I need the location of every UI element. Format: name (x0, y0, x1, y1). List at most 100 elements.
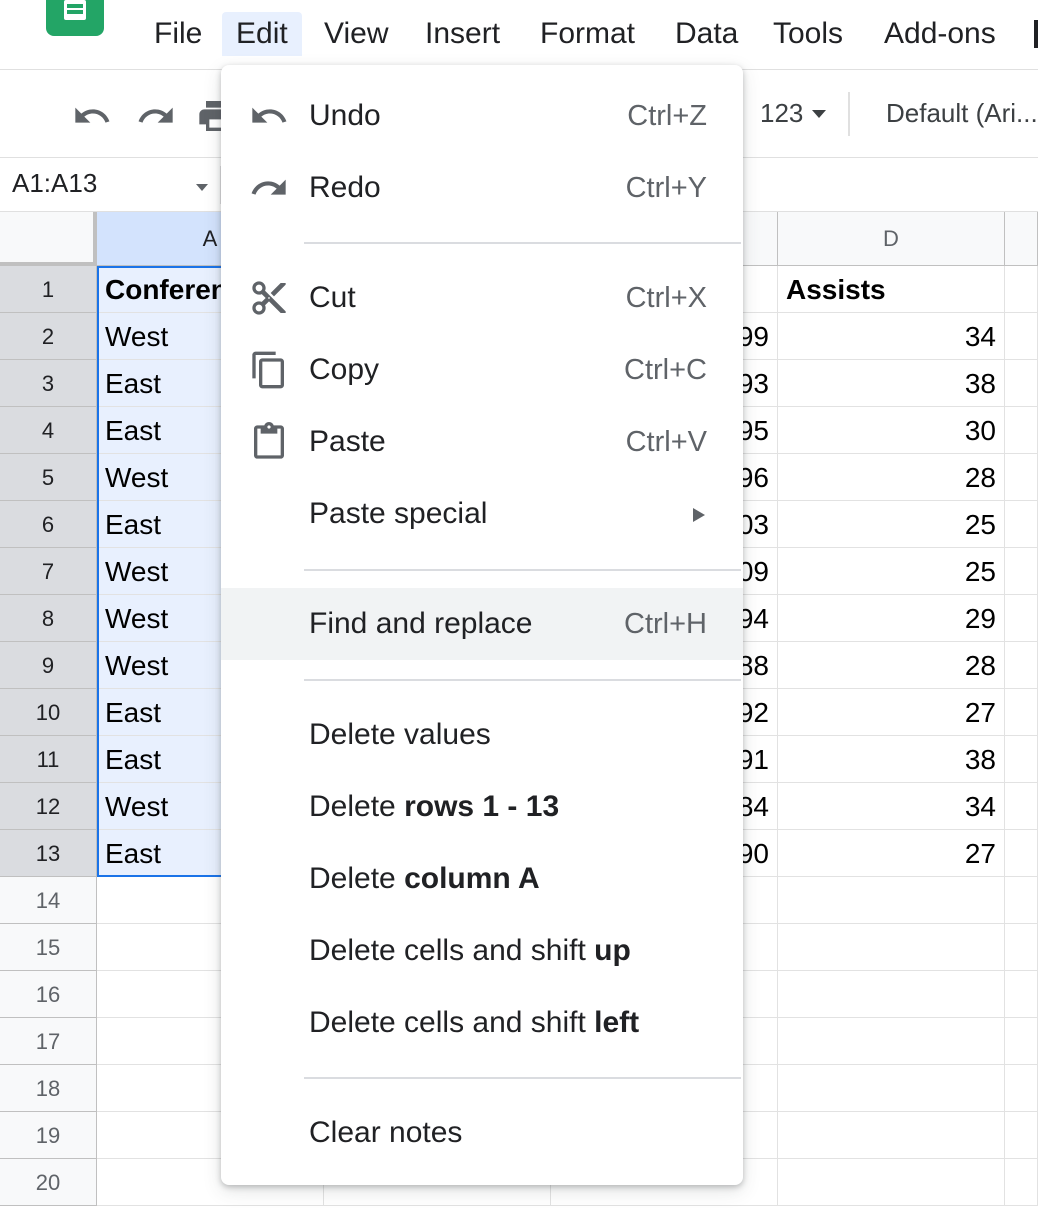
row-header[interactable]: 16 (0, 971, 97, 1018)
menu-item-delete-column[interactable]: Delete column A (221, 843, 743, 915)
table-cell[interactable] (1005, 783, 1038, 830)
menu-add-ons[interactable]: Add-ons (870, 12, 1010, 56)
toolbar-undo-icon[interactable] (72, 96, 112, 136)
table-cell[interactable] (1005, 1112, 1038, 1159)
table-cell[interactable] (1005, 1018, 1038, 1065)
sheets-logo-icon[interactable] (46, 0, 104, 36)
table-cell[interactable] (1005, 1065, 1038, 1112)
row-header[interactable]: 11 (0, 736, 97, 783)
table-cell[interactable]: 28 (778, 454, 1005, 501)
submenu-arrow-icon (693, 508, 705, 522)
row-header[interactable]: 12 (0, 783, 97, 830)
menu-item-cut[interactable]: Cut Ctrl+X (221, 262, 743, 334)
row-header[interactable]: 15 (0, 924, 97, 971)
menu-item-shortcut: Ctrl+C (624, 354, 707, 386)
row-header[interactable]: 18 (0, 1065, 97, 1112)
menu-file[interactable]: File (140, 12, 216, 56)
row-header[interactable]: 20 (0, 1159, 97, 1206)
column-header-d[interactable]: D (778, 212, 1005, 266)
menu-help-partial[interactable] (1034, 20, 1038, 48)
row-header[interactable]: 2 (0, 313, 97, 360)
menu-item-clear-notes[interactable]: Clear notes (221, 1097, 743, 1169)
row-header[interactable]: 6 (0, 501, 97, 548)
table-cell[interactable]: 34 (778, 783, 1005, 830)
table-cell[interactable]: 27 (778, 830, 1005, 877)
table-cell[interactable]: 38 (778, 360, 1005, 407)
table-cell[interactable]: 34 (778, 313, 1005, 360)
table-cell[interactable] (778, 1065, 1005, 1112)
menu-item-delete-rows[interactable]: Delete rows 1 - 13 (221, 771, 743, 843)
row-header[interactable]: 13 (0, 830, 97, 877)
table-cell[interactable] (1005, 689, 1038, 736)
menu-data[interactable]: Data (661, 12, 752, 56)
row-header[interactable]: 14 (0, 877, 97, 924)
chevron-down-icon (812, 110, 826, 118)
row-header[interactable]: 4 (0, 407, 97, 454)
table-cell[interactable] (1005, 454, 1038, 501)
menu-item-label: Copy (309, 353, 380, 386)
table-cell[interactable] (1005, 548, 1038, 595)
table-cell[interactable] (1005, 266, 1038, 313)
row-header[interactable]: 5 (0, 454, 97, 501)
number-format-button[interactable]: 123 (760, 98, 803, 129)
table-cell[interactable] (1005, 313, 1038, 360)
menu-tools[interactable]: Tools (759, 12, 857, 56)
menu-item-delete-shift-left[interactable]: Delete cells and shift left (221, 987, 743, 1059)
select-all-corner[interactable] (0, 212, 97, 266)
table-cell[interactable] (1005, 407, 1038, 454)
table-cell[interactable]: 30 (778, 407, 1005, 454)
table-cell[interactable] (1005, 736, 1038, 783)
table-cell[interactable] (1005, 595, 1038, 642)
menu-item-copy[interactable]: Copy Ctrl+C (221, 334, 743, 406)
table-cell[interactable] (778, 1018, 1005, 1065)
row-header[interactable]: 7 (0, 548, 97, 595)
table-cell[interactable] (1005, 1159, 1038, 1206)
table-cell[interactable] (1005, 877, 1038, 924)
table-cell[interactable] (778, 924, 1005, 971)
menu-item-paste[interactable]: Paste Ctrl+V (221, 406, 743, 478)
font-family-select[interactable]: Default (Ari... (886, 98, 1038, 129)
row-header[interactable]: 3 (0, 360, 97, 407)
table-cell[interactable] (778, 877, 1005, 924)
table-cell[interactable]: 29 (778, 595, 1005, 642)
menu-item-delete-values[interactable]: Delete values (221, 699, 743, 771)
menu-item-shortcut: Ctrl+Y (625, 172, 707, 204)
row-header[interactable]: 8 (0, 595, 97, 642)
menu-item-shortcut: Ctrl+V (625, 426, 707, 458)
row-header[interactable]: 10 (0, 689, 97, 736)
table-cell[interactable]: 38 (778, 736, 1005, 783)
row-header[interactable]: 17 (0, 1018, 97, 1065)
column-header-e[interactable] (1005, 212, 1038, 266)
menu-edit[interactable]: Edit (222, 12, 302, 56)
table-cell[interactable]: 27 (778, 689, 1005, 736)
menu-item-paste-special[interactable]: Paste special (221, 478, 743, 550)
menu-item-delete-shift-up[interactable]: Delete cells and shift up (221, 915, 743, 987)
name-box[interactable]: A1:A13 (12, 168, 97, 199)
row-header[interactable]: 1 (0, 266, 97, 313)
table-cell[interactable] (778, 1112, 1005, 1159)
table-cell[interactable] (778, 971, 1005, 1018)
table-cell[interactable]: 28 (778, 642, 1005, 689)
row-header[interactable]: 19 (0, 1112, 97, 1159)
menu-insert[interactable]: Insert (411, 12, 514, 56)
table-cell[interactable] (1005, 924, 1038, 971)
table-cell[interactable]: Assists (778, 266, 1005, 313)
menu-item-redo[interactable]: Redo Ctrl+Y (221, 152, 743, 224)
menu-view[interactable]: View (310, 12, 402, 56)
label-prefix: Delete (309, 862, 405, 895)
table-cell[interactable] (778, 1159, 1005, 1206)
menu-item-shortcut: Ctrl+H (624, 608, 707, 640)
table-cell[interactable] (1005, 971, 1038, 1018)
table-cell[interactable] (1005, 830, 1038, 877)
table-cell[interactable] (1005, 360, 1038, 407)
menu-format[interactable]: Format (526, 12, 649, 56)
table-cell[interactable]: 25 (778, 501, 1005, 548)
name-box-dropdown-icon[interactable] (196, 184, 208, 191)
table-cell[interactable] (1005, 501, 1038, 548)
table-cell[interactable]: 25 (778, 548, 1005, 595)
row-header[interactable]: 9 (0, 642, 97, 689)
menu-item-find-replace[interactable]: Find and replace Ctrl+H (221, 588, 743, 660)
toolbar-redo-icon[interactable] (136, 96, 176, 136)
table-cell[interactable] (1005, 642, 1038, 689)
menu-item-undo[interactable]: Undo Ctrl+Z (221, 80, 743, 152)
